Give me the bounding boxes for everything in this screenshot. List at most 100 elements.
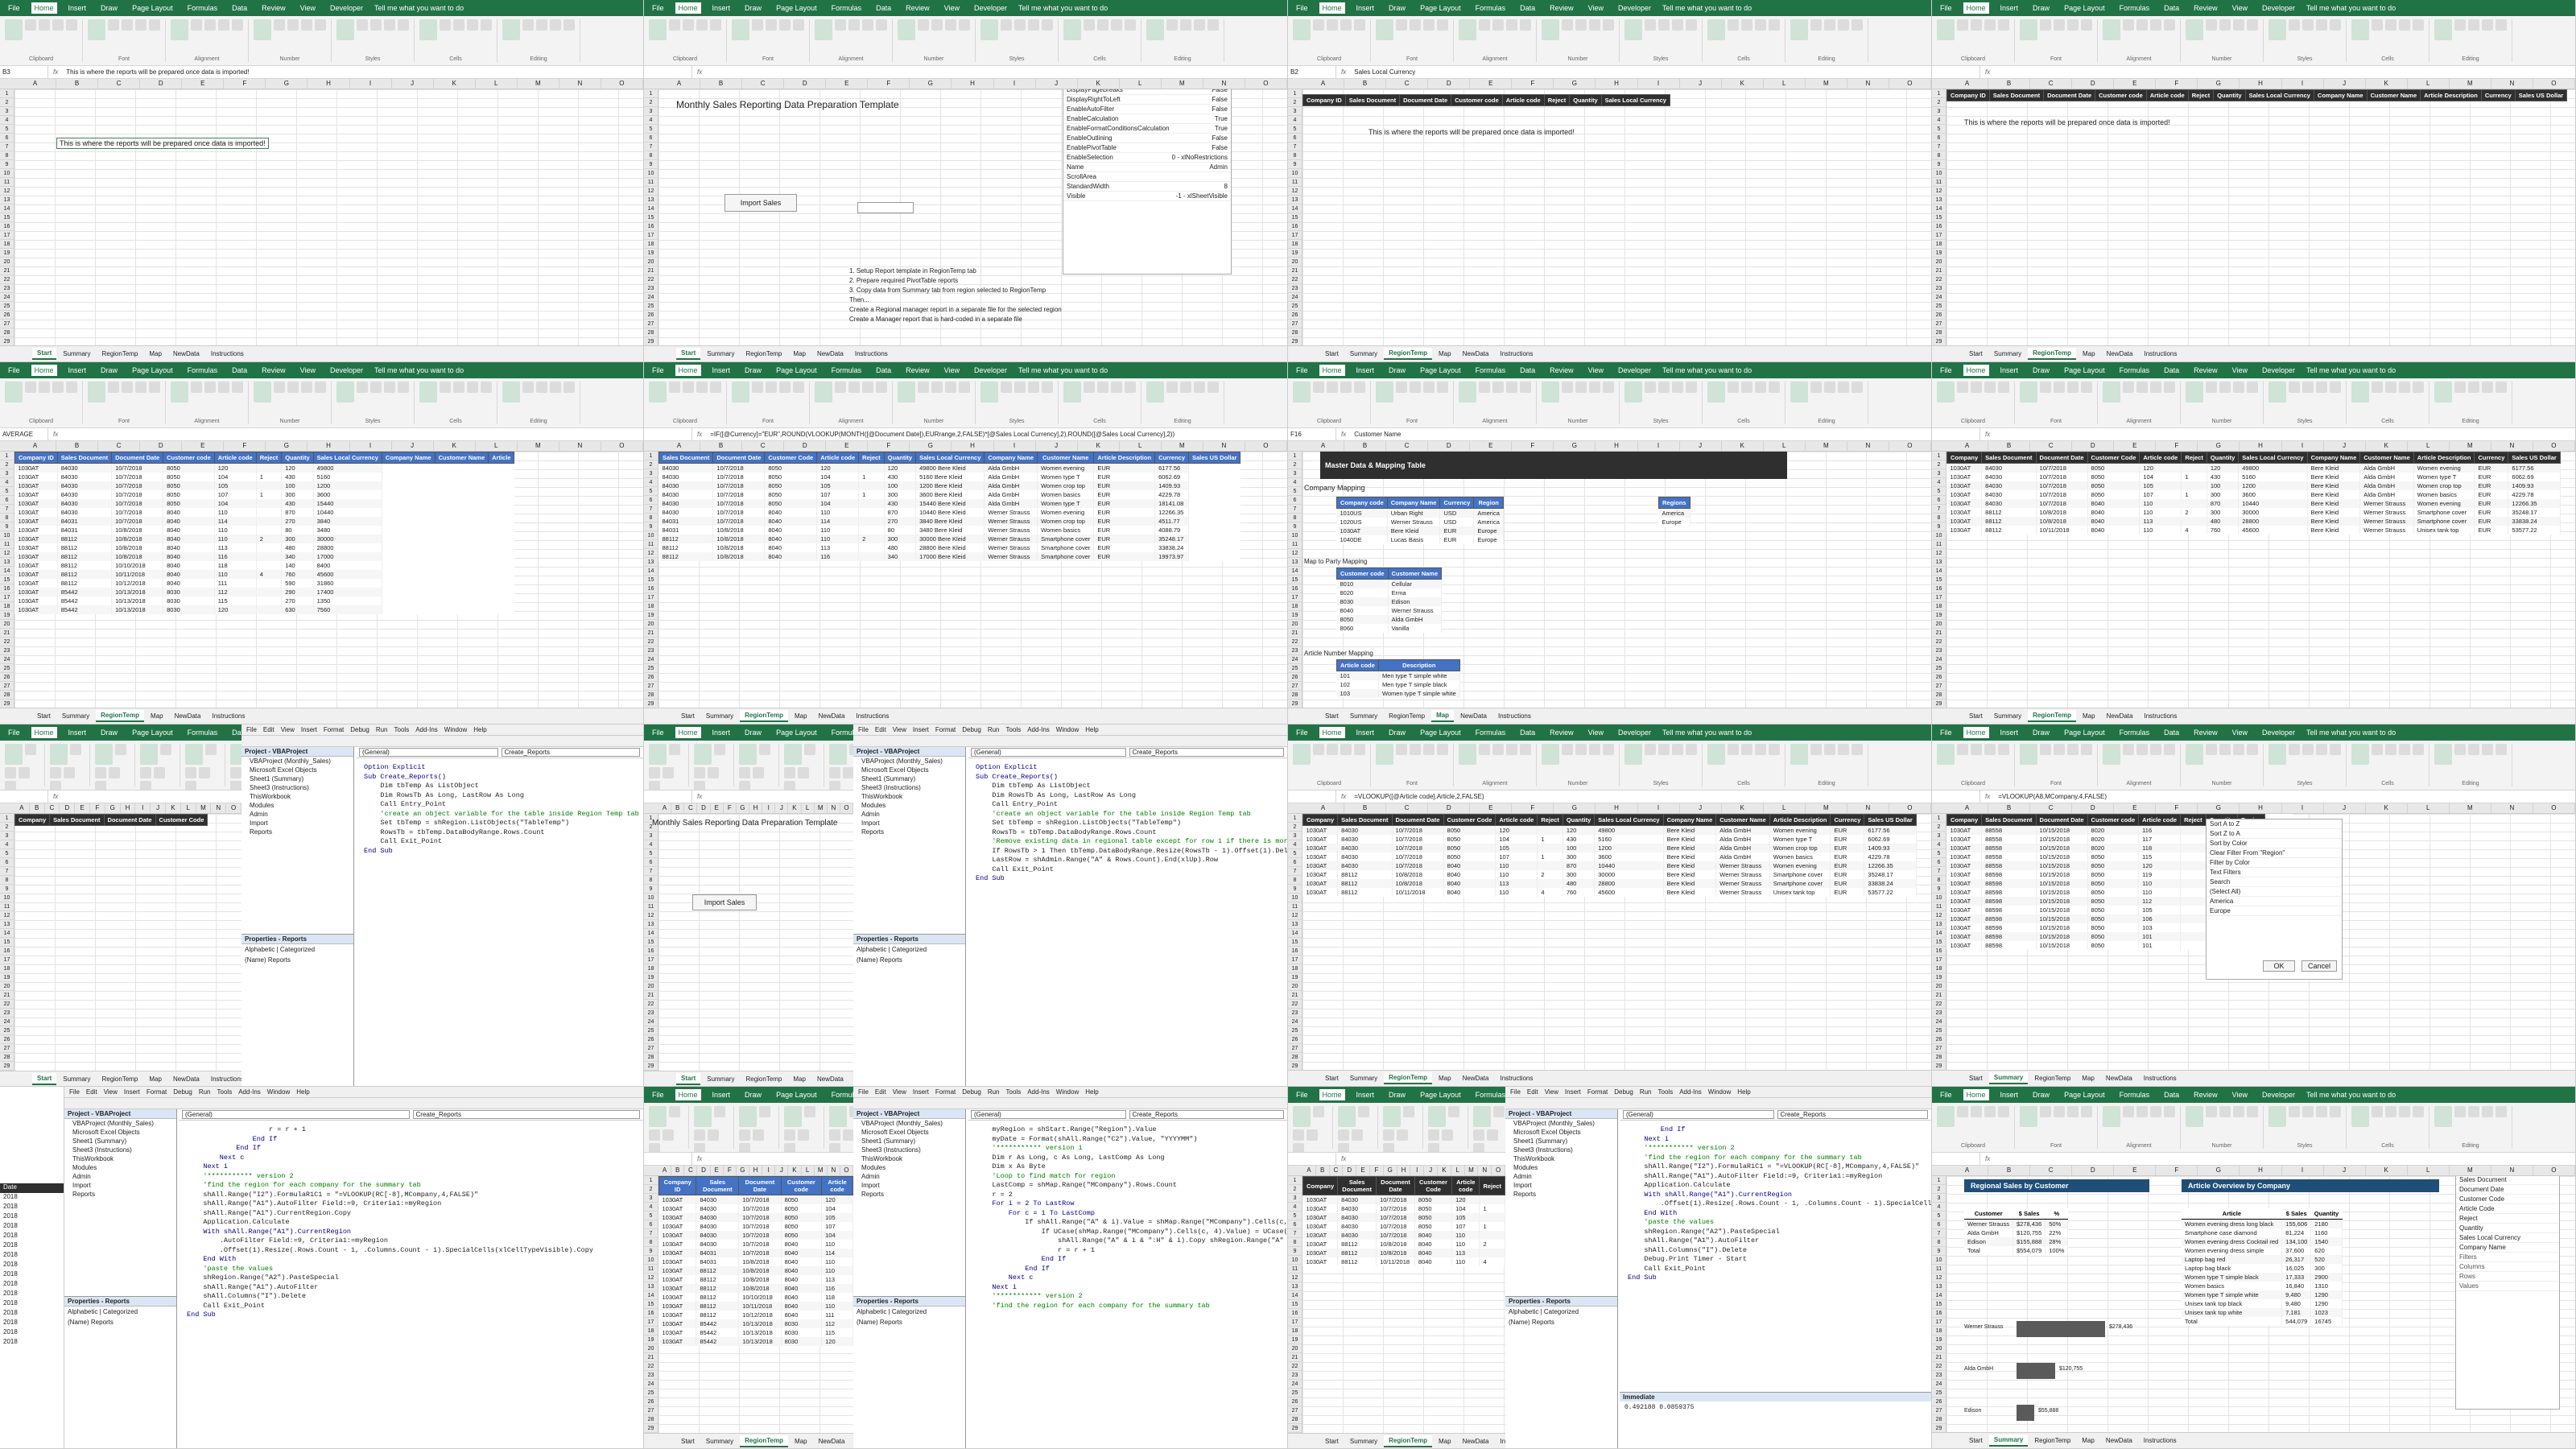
table-cell[interactable]: 10/7/2018 [1392, 861, 1444, 870]
ribbon-button-icon[interactable] [1293, 382, 1311, 402]
ribbon-small-button-icon[interactable] [1506, 19, 1517, 31]
project-tree-item[interactable]: Sheet3 (Instructions) [853, 783, 965, 792]
table-header[interactable]: Quantity [281, 452, 314, 464]
ribbon-button-icon[interactable] [732, 382, 749, 402]
ribbon-tab-home[interactable]: Home [1319, 2, 1345, 14]
table-cell[interactable]: 53577.22 [2508, 525, 2561, 535]
project-tree-item[interactable]: Import [853, 1181, 965, 1190]
ribbon-small-button-icon[interactable] [959, 382, 970, 393]
row-number[interactable]: 17 [1932, 593, 1946, 602]
ribbon-small-button-icon[interactable] [2372, 19, 2383, 31]
row-number[interactable]: 9 [0, 885, 14, 894]
table-cell[interactable]: 84030 [696, 1212, 740, 1222]
sheet-tab-instructions[interactable]: Instructions [1495, 1073, 1538, 1084]
column-header[interactable]: I [762, 803, 776, 813]
fx-icon[interactable]: fx [1336, 68, 1351, 76]
ribbon-small-button-icon[interactable] [759, 1106, 770, 1117]
pivot-cell[interactable]: 100% [2045, 1245, 2069, 1255]
ribbon-button-icon[interactable] [1063, 382, 1081, 402]
pivot-header[interactable]: $ Sales [2281, 1208, 2311, 1220]
ribbon-small-button-icon[interactable] [694, 1143, 705, 1152]
ribbon-small-button-icon[interactable] [2413, 19, 2424, 31]
row-number[interactable]: 14 [0, 567, 14, 576]
row-number[interactable]: 13 [1932, 196, 1946, 204]
table-cell[interactable]: 84030 [1337, 1230, 1377, 1240]
vbe-menu-item[interactable]: File [858, 726, 869, 733]
property-value[interactable]: -1 - xlSheetVisible [1176, 192, 1228, 200]
table-cell[interactable]: 1030AT [14, 481, 58, 490]
row-number[interactable]: 17 [644, 231, 658, 240]
table-cell[interactable]: 8010 [1336, 579, 1389, 588]
sheet-tab-regiontemp[interactable]: RegionTemp [97, 349, 142, 359]
table-cell[interactable]: 85442 [696, 1336, 740, 1346]
project-tree-item[interactable]: ThisWorkbook [1505, 1154, 1617, 1163]
table-cell[interactable]: 88112 [1981, 516, 2037, 526]
row-number[interactable]: 3 [0, 469, 14, 478]
table-cell[interactable]: 88112 [1337, 1248, 1377, 1257]
table-cell[interactable]: 8050 [781, 1203, 823, 1213]
ribbon-small-button-icon[interactable] [843, 767, 853, 778]
table-cell[interactable]: EUR [2474, 516, 2509, 526]
row-number[interactable]: 27 [1288, 682, 1302, 691]
ribbon-small-button-icon[interactable] [66, 19, 77, 31]
filter-menu-item[interactable]: Clear Filter From "Region" [2207, 848, 2342, 858]
table-cell[interactable]: 110 [1451, 1239, 1480, 1249]
row-number[interactable]: 10 [644, 169, 658, 178]
ribbon-small-button-icon[interactable] [2233, 744, 2244, 755]
ribbon-button-icon[interactable] [2186, 744, 2203, 765]
table-cell[interactable]: 106 [2138, 914, 2182, 923]
row-number[interactable]: 19 [1288, 973, 1302, 982]
worksheet-grid[interactable]: 1 2 3 4 5 6 7 8 9 10 11 12 13 14 15 16 17 18 19 20 21 22 23 24 2… [0, 814, 242, 1071]
table-cell[interactable] [2180, 861, 2207, 870]
table-cell[interactable]: Bere Kleid [1663, 852, 1717, 861]
ribbon-small-button-icon[interactable] [1520, 382, 1531, 393]
code-editor[interactable]: Option Explicit Sub Create_Reports() Dim … [356, 758, 643, 861]
column-header[interactable]: E [2114, 441, 2157, 451]
ribbon-tab-insert[interactable]: Insert [1353, 1089, 1378, 1100]
vbe-menu-item[interactable]: Add-Ins [238, 1088, 261, 1096]
row-number[interactable]: 15 [644, 213, 658, 222]
table-cell[interactable]: Men type T simple white [1378, 671, 1460, 680]
ribbon-tab-home[interactable]: Home [675, 365, 701, 376]
table-cell[interactable]: 84030 [1337, 1221, 1377, 1231]
ribbon-tab-data[interactable]: Data [229, 2, 250, 14]
ribbon-small-button-icon[interactable] [2123, 744, 2134, 755]
ribbon-tab-file[interactable]: File [5, 727, 23, 738]
row-number[interactable]: 15 [0, 213, 14, 222]
table-cell[interactable]: 8050 [1443, 843, 1496, 852]
worksheet-grid[interactable]: 1 2 3 4 5 6 7 8 9 10 11 12 13 14 15 16 17 18 19 20 21 22 23 24 2… [644, 89, 1287, 345]
ribbon-button-icon[interactable] [1459, 382, 1476, 402]
table-cell[interactable]: Alda GmbH [984, 489, 1038, 499]
table-cell[interactable]: Women type T [2413, 472, 2475, 481]
row-number[interactable]: 29 [1932, 1424, 1946, 1432]
tell-me-search[interactable]: Tell me what you want to do [374, 366, 464, 374]
table-cell[interactable]: 84031 [57, 525, 113, 535]
row-number[interactable]: 2 [1932, 98, 1946, 107]
ribbon-button-icon[interactable] [1707, 382, 1725, 402]
table-cell[interactable]: 10/15/2018 [2036, 834, 2088, 844]
table-cell[interactable]: 120 [214, 605, 257, 614]
table-cell[interactable]: 10/15/2018 [2036, 905, 2088, 914]
vbe-menu-item[interactable]: Edit [86, 1088, 97, 1096]
table-cell[interactable]: 8040 [781, 1239, 823, 1249]
vbe-menu-item[interactable]: Tools [217, 1088, 233, 1096]
row-number[interactable]: 28 [1288, 691, 1302, 700]
row-number[interactable]: 11 [1932, 1265, 1946, 1274]
table-cell[interactable]: 270 [884, 516, 917, 526]
table-cell[interactable]: Werner Strauss [2359, 507, 2414, 517]
table-header[interactable]: Reject [2187, 89, 2215, 101]
ribbon-tab-data[interactable]: Data [229, 727, 242, 738]
vbe-menu-item[interactable]: Add-Ins [415, 726, 438, 733]
property-value[interactable]: False [1212, 134, 1228, 142]
row-number[interactable]: 24 [1288, 1380, 1302, 1389]
column-header[interactable]: L [802, 1166, 815, 1175]
table-cell[interactable]: 112 [821, 1319, 853, 1328]
table-header[interactable]: Sales Local Currency [1594, 814, 1664, 826]
table-cell[interactable]: 10/13/2018 [738, 1336, 782, 1346]
formula-input[interactable]: Sales Local Currency [1351, 68, 1415, 76]
table-cell[interactable]: 1030AT [658, 1327, 697, 1337]
ribbon-tab-file[interactable]: File [1293, 365, 1311, 376]
table-cell[interactable]: 118 [821, 1292, 853, 1302]
vbe-menu-item[interactable]: Format [935, 726, 956, 733]
property-value[interactable]: False [1212, 89, 1228, 93]
